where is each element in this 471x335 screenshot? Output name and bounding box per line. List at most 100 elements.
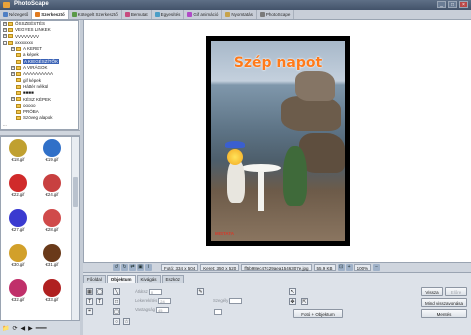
thumbnail[interactable]: €33.gif [37, 279, 67, 303]
app-logo-icon [3, 2, 10, 8]
viewer-icon [3, 12, 8, 17]
expand-icon[interactable]: + [11, 72, 15, 77]
forward-icon[interactable]: ▶ [28, 325, 33, 332]
thumbnail-image [43, 139, 61, 157]
main-tab-bar: Nézegető Szerkesztő Kötegelt Szerkesztő … [0, 10, 471, 20]
photo-object-button[interactable]: Fotó + Objektum [293, 309, 343, 318]
zoom-in-icon[interactable]: + [345, 264, 353, 271]
thumbnail[interactable]: €18.gif [3, 139, 33, 163]
undo-all-button[interactable]: Mind visszavonása [421, 298, 467, 307]
expand-icon[interactable]: + [3, 28, 7, 33]
thumbnail[interactable]: €31.gif [37, 244, 67, 268]
back-icon[interactable]: ◀ [21, 325, 26, 332]
balloon-tool-icon[interactable]: ◯ [96, 288, 103, 295]
rotate-left-icon[interactable]: ↺ [113, 264, 120, 271]
thumbnail-list[interactable]: €18.gif €19.gif €22.gif €24.gif €27.gif … [0, 136, 80, 321]
close-button[interactable]: × [459, 1, 468, 8]
editor-icon [35, 12, 41, 17]
tab-home[interactable]: Főoldal [83, 275, 106, 283]
pencil-icon[interactable]: ✎ [197, 288, 204, 295]
folder-icon [16, 59, 21, 64]
expand-icon[interactable]: + [11, 97, 15, 102]
expand-icon[interactable]: + [3, 21, 7, 26]
collapse-icon[interactable]: - [3, 40, 7, 45]
photo-frame[interactable]: Szép napot MISTATA [206, 36, 350, 246]
tab-editor[interactable]: Szerkesztő [32, 10, 69, 19]
move-icon[interactable]: ✥ [289, 298, 296, 305]
color-swatch[interactable] [214, 309, 222, 315]
quote-tool-icon[interactable]: ❝ [86, 308, 93, 315]
rock-shape [295, 71, 335, 101]
thumbnail[interactable]: €28.gif [37, 209, 67, 233]
edit-tabs: Főoldal Objektum Kivágás Eszköz [83, 275, 185, 283]
text-tool-icon[interactable]: T [86, 298, 93, 305]
tab-crop[interactable]: Kivágás [136, 275, 161, 283]
thumbnail-image [9, 139, 27, 157]
opacity-field[interactable]: 0 [148, 289, 162, 295]
star-tool-icon[interactable]: ☆ [123, 318, 130, 325]
tab-object[interactable]: Objektum [106, 275, 136, 283]
file-size: 55.9 KB [313, 264, 336, 271]
thumbnail[interactable]: €30.gif [3, 244, 33, 268]
flip-icon[interactable]: ⇄ [129, 264, 136, 271]
thickness-field[interactable]: 45 [156, 307, 169, 313]
photo-dimensions: Fotó: 334 x 504 [161, 264, 199, 271]
expand-icon[interactable]: + [11, 47, 15, 51]
border-field[interactable] [229, 298, 243, 304]
corner-row: Lekerekítés 24 [135, 298, 172, 304]
circle-tool-icon[interactable]: ○ [113, 318, 120, 325]
editor-canvas[interactable]: Szép napot MISTATA [83, 20, 471, 262]
tab-page[interactable]: Bemutat [122, 10, 152, 19]
photo-tool-icon[interactable]: ▦ [86, 288, 93, 295]
thumbnail-image [43, 244, 61, 262]
thumbnail[interactable]: €32.gif [3, 279, 33, 303]
zoom-out-icon[interactable]: − [373, 264, 381, 271]
folder-icon [16, 53, 21, 58]
folder-tree[interactable]: + ÖSSZEÉSTÉS + VEGYES LINKEK + VVVVVVVV - xx… [0, 20, 79, 130]
maximize-button[interactable]: □ [448, 1, 457, 8]
scrollbar-thumb[interactable] [73, 177, 78, 207]
thumbnail[interactable]: €22.gif [3, 174, 33, 198]
refresh-icon[interactable]: ⟳ [12, 325, 17, 332]
tab-photoscape[interactable]: PhotoScape [257, 10, 295, 19]
tab-batch-editor[interactable]: Kötegelt Szerkesztő [69, 10, 122, 19]
tab-viewer[interactable]: Nézegető [0, 10, 33, 19]
fit-icon[interactable]: ▣ [137, 264, 144, 271]
tab-print[interactable]: Nyomtatás [222, 10, 257, 19]
corner-radius-field[interactable]: 24 [158, 298, 172, 304]
rect-tool-icon[interactable]: □ [113, 298, 120, 305]
thumbnail[interactable]: €24.gif [37, 174, 67, 198]
save-button[interactable]: Mentés [421, 309, 467, 318]
info-icon[interactable]: i [145, 264, 152, 271]
tab-combine[interactable]: Egyesítés [152, 10, 185, 19]
zoom-level[interactable]: 100% [353, 264, 372, 271]
thumbnail-scrollbar[interactable] [71, 137, 79, 320]
table-leg-shape [258, 171, 264, 211]
opacity-row: Átlátsz 0 [135, 289, 162, 295]
folder-icon [8, 28, 13, 33]
line-tool-icon[interactable]: ╲ [113, 288, 120, 295]
minimize-button[interactable]: _ [437, 1, 446, 8]
rotate-right-icon[interactable]: ↻ [121, 264, 128, 271]
tab-gif-animation[interactable]: Gif animáció [184, 10, 223, 19]
thumbnail-size-slider[interactable]: ━━━ [36, 325, 47, 332]
expand-icon[interactable]: + [11, 65, 15, 70]
icon-tool-icon[interactable]: T [96, 298, 103, 305]
folder-icon [16, 72, 21, 77]
file-name: ff5b98ec47c29aea1546307e.jpg [241, 264, 312, 271]
man-shape [227, 159, 245, 203]
redo-button[interactable]: Előre [445, 287, 467, 296]
thumbnail[interactable]: €27.gif [3, 209, 33, 233]
folder-icon [16, 103, 21, 108]
tree-item[interactable]: ... [1, 122, 78, 128]
tab-tools[interactable]: Eszköz [161, 275, 185, 283]
select-arrow-icon[interactable]: ↖ [289, 288, 296, 295]
expand-icon[interactable]: + [3, 34, 7, 39]
rounded-rect-tool-icon[interactable]: ▢ [113, 308, 120, 315]
resize-icon[interactable]: ⇱ [301, 298, 308, 305]
folder-icon[interactable]: 📁 [2, 325, 9, 332]
thumbnail[interactable]: €19.gif [37, 139, 67, 163]
thumbnail-image [9, 209, 27, 227]
zoom-fit-icon[interactable]: ⊡ [337, 264, 345, 271]
undo-button[interactable]: Vissza [421, 287, 443, 296]
